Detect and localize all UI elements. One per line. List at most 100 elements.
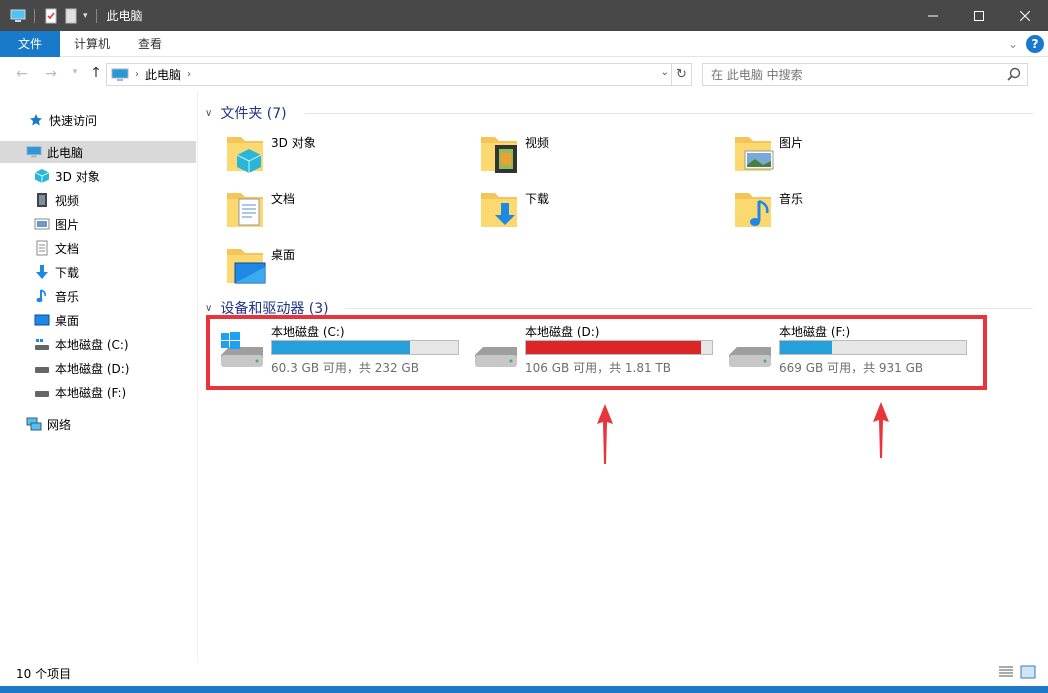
folder-documents[interactable]: 文档 (225, 187, 475, 237)
nav-quick-access-label: 快速访问 (49, 113, 98, 128)
item-count: 10 个项目 (16, 666, 72, 681)
nav-item-label: 文档 (55, 241, 80, 256)
red-arrow-annotation (873, 402, 889, 458)
close-button[interactable] (1002, 0, 1048, 31)
nav-item-label: 桌面 (55, 313, 80, 328)
expand-ribbon-icon[interactable]: ⌄ (1008, 37, 1018, 51)
network-icon (26, 416, 42, 432)
refresh-icon[interactable]: ↻ (671, 64, 691, 85)
large-icons-view-icon[interactable] (1020, 665, 1036, 682)
nav-item-drive-c[interactable]: 本地磁盘 (C:) (0, 333, 196, 355)
new-folder-icon[interactable] (63, 8, 79, 24)
folders-group-header[interactable]: ∨ 文件夹 (7) (205, 103, 1035, 123)
drives-highlight-annotation (206, 315, 987, 390)
nav-this-pc[interactable]: 此电脑 (0, 141, 196, 163)
folder-video[interactable]: 视频 (479, 131, 729, 181)
folder-downloads-icon (479, 187, 521, 231)
folder-downloads[interactable]: 下载 (479, 187, 729, 237)
navigation-pane: 快速访问 此电脑 3D 对象 视频 图片 文档 下载 音乐 桌面 本地磁盘 (C… (0, 92, 198, 662)
folder-desktop[interactable]: 桌面 (225, 243, 475, 293)
nav-item-label: 本地磁盘 (C:) (55, 337, 129, 352)
nav-this-pc-label: 此电脑 (47, 145, 84, 160)
window-title: 此电脑 (106, 9, 143, 23)
forward-arrow-icon[interactable]: → (38, 66, 64, 82)
search-box[interactable] (702, 63, 1028, 86)
address-row: ← → ▾ ↑ › 此电脑 › ⌄ ↻ (0, 58, 1048, 92)
nav-item-video[interactable]: 视频 (0, 189, 196, 211)
this-pc-icon (111, 68, 129, 82)
qat-dropdown-icon[interactable]: ▾ (83, 11, 88, 21)
nav-network-label: 网络 (47, 417, 72, 432)
folder-documents-icon (225, 187, 267, 231)
3d-objects-icon (34, 168, 50, 184)
nav-item-label: 视频 (55, 193, 80, 208)
folder-pictures[interactable]: 图片 (733, 131, 983, 181)
nav-item-label: 图片 (55, 217, 80, 232)
folder-3d-icon (225, 131, 267, 175)
nav-quick-access[interactable]: 快速访问 (0, 109, 196, 131)
nav-item-downloads[interactable]: 下载 (0, 261, 196, 283)
tab-computer[interactable]: 计算机 (60, 31, 124, 57)
collapse-chevron-icon[interactable]: ∨ (205, 108, 212, 119)
title-bar: ▾ 此电脑 (0, 0, 1048, 31)
nav-item-label: 本地磁盘 (D:) (55, 361, 130, 376)
folders-group-title: 文件夹 (7) (220, 106, 287, 122)
search-icon[interactable] (1007, 67, 1021, 84)
nav-item-drive-f[interactable]: 本地磁盘 (F:) (0, 381, 196, 403)
qat-separator (34, 8, 35, 23)
breadcrumb-chevron-icon[interactable]: › (187, 69, 191, 80)
search-input[interactable] (711, 67, 991, 82)
tab-file[interactable]: 文件 (0, 30, 60, 57)
minimize-button[interactable] (910, 0, 956, 31)
folder-label: 3D 对象 (271, 136, 316, 150)
nav-item-music[interactable]: 音乐 (0, 285, 196, 307)
downloads-icon (34, 264, 50, 280)
pictures-icon (34, 216, 50, 232)
properties-icon[interactable] (43, 8, 59, 24)
folder-music[interactable]: 音乐 (733, 187, 983, 237)
folder-label: 图片 (779, 136, 804, 150)
this-pc-icon (26, 144, 42, 160)
folder-music-icon (733, 187, 775, 231)
desktop-icon (34, 312, 50, 328)
details-view-icon[interactable] (998, 665, 1014, 682)
maximize-button[interactable] (956, 0, 1002, 31)
star-icon (28, 112, 44, 128)
folder-label: 桌面 (271, 248, 296, 262)
nav-item-documents[interactable]: 文档 (0, 237, 196, 259)
help-icon[interactable]: ? (1026, 34, 1044, 53)
nav-item-pictures[interactable]: 图片 (0, 213, 196, 235)
folder-label: 视频 (525, 136, 550, 150)
music-icon (34, 288, 50, 304)
group-divider (345, 308, 1033, 309)
folder-3d-objects[interactable]: 3D 对象 (225, 131, 475, 181)
address-dropdown-icon[interactable]: ⌄ (661, 67, 669, 78)
breadcrumb-chevron-icon[interactable]: › (135, 69, 139, 80)
folder-pictures-icon (733, 131, 775, 175)
collapse-chevron-icon[interactable]: ∨ (205, 303, 212, 314)
nav-network[interactable]: 网络 (0, 413, 196, 435)
address-bar[interactable]: › 此电脑 › ⌄ ↻ (106, 63, 692, 86)
drive-icon (34, 360, 50, 376)
documents-icon (34, 240, 50, 256)
breadcrumb-this-pc[interactable]: 此电脑 (145, 66, 181, 83)
nav-item-desktop[interactable]: 桌面 (0, 309, 196, 331)
quick-access-toolbar: ▾ (0, 0, 101, 31)
tab-view[interactable]: 查看 (124, 31, 176, 57)
back-arrow-icon[interactable]: ← (9, 66, 35, 82)
window-bottom-edge (0, 686, 1048, 693)
folder-desktop-icon (225, 243, 267, 287)
folder-label: 下载 (525, 192, 550, 206)
qat-separator (95, 8, 97, 23)
group-divider (305, 113, 1033, 114)
folder-label: 音乐 (779, 192, 804, 206)
status-bar: 10 个项目 (0, 662, 1048, 684)
drive-c-icon (34, 336, 50, 352)
this-pc-icon[interactable] (10, 8, 26, 24)
nav-item-label: 音乐 (55, 289, 80, 304)
nav-item-drive-d[interactable]: 本地磁盘 (D:) (0, 357, 196, 379)
video-icon (34, 192, 50, 208)
nav-item-3d-objects[interactable]: 3D 对象 (0, 165, 196, 187)
nav-item-label: 下载 (55, 265, 80, 280)
red-arrow-annotation (597, 404, 613, 464)
